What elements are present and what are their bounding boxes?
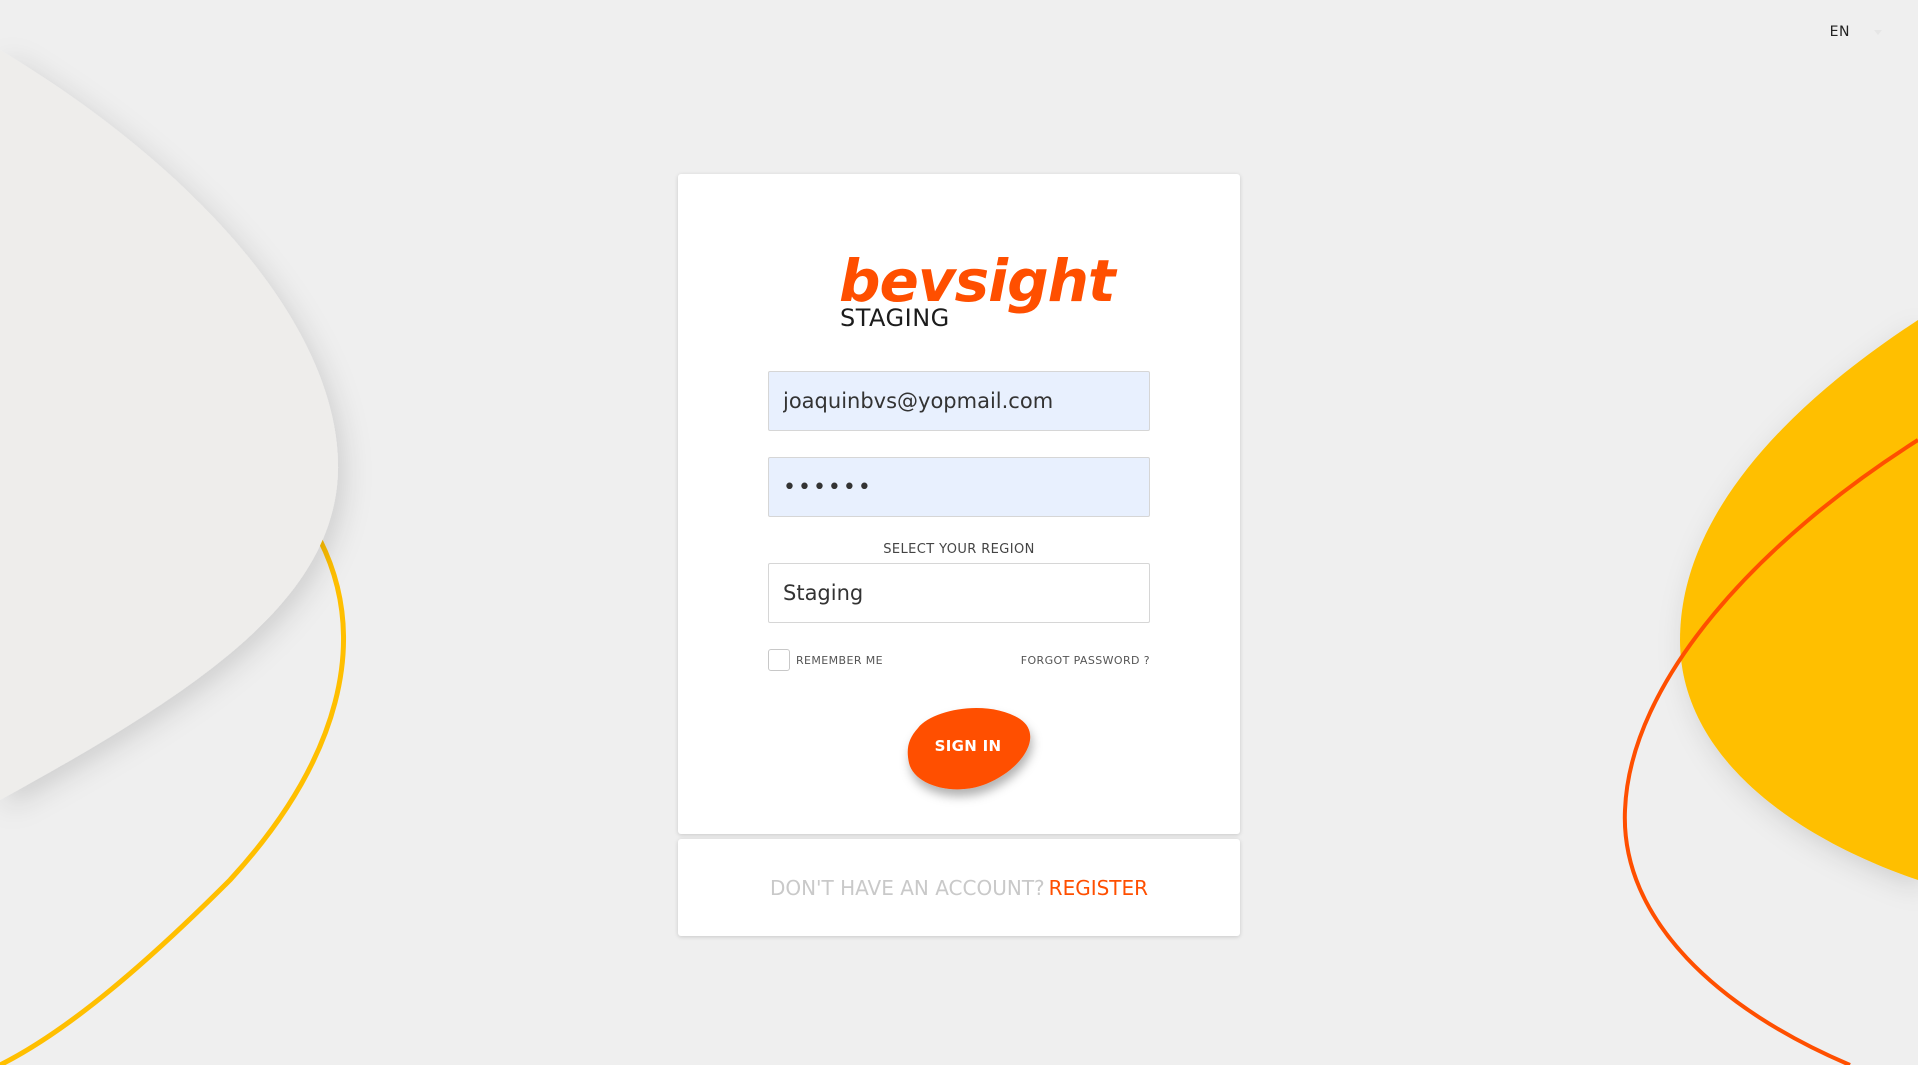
email-field[interactable] <box>768 371 1150 431</box>
region-select[interactable]: Staging <box>768 563 1150 623</box>
right-yellow-blob <box>1680 320 1918 880</box>
register-card: DON'T HAVE AN ACCOUNT? REGISTER <box>678 839 1240 936</box>
environment-label: STAGING <box>840 304 950 332</box>
sign-in-label: SIGN IN <box>934 737 1002 755</box>
remember-me[interactable]: REMEMBER ME <box>768 649 883 671</box>
left-light-blob <box>0 50 339 800</box>
remember-me-checkbox[interactable] <box>768 649 790 671</box>
password-field[interactable] <box>768 457 1150 517</box>
register-link[interactable]: REGISTER <box>1049 876 1148 900</box>
login-card: bevsight STAGING SELECT YOUR REGION Stag… <box>678 174 1240 834</box>
brand-logo: bevsight STAGING <box>839 252 1116 342</box>
forgot-password-link[interactable]: FORGOT PASSWORD ? <box>1021 654 1150 667</box>
brand-name: bevsight <box>839 247 1116 315</box>
region-label: SELECT YOUR REGION <box>883 542 1035 557</box>
sign-in-button[interactable]: SIGN IN <box>898 701 1038 797</box>
remember-me-label: REMEMBER ME <box>796 653 884 667</box>
language-selector[interactable]: EN <box>1830 24 1850 40</box>
chevron-down-icon[interactable] <box>1874 30 1882 35</box>
register-prompt: DON'T HAVE AN ACCOUNT? <box>769 875 1045 900</box>
region-value: Staging <box>783 581 864 605</box>
login-page: EN bevsight STAGING SELECT YOUR REGION S… <box>0 0 1918 1065</box>
